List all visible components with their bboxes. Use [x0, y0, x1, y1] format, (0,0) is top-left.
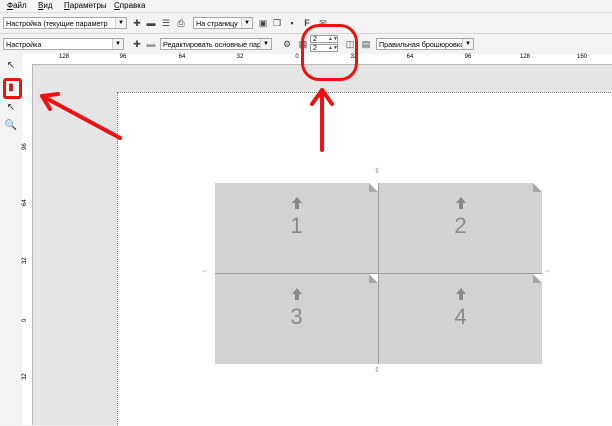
- annotation-arrows: [40, 88, 334, 152]
- annotation-arrow-left-icon: [40, 94, 122, 140]
